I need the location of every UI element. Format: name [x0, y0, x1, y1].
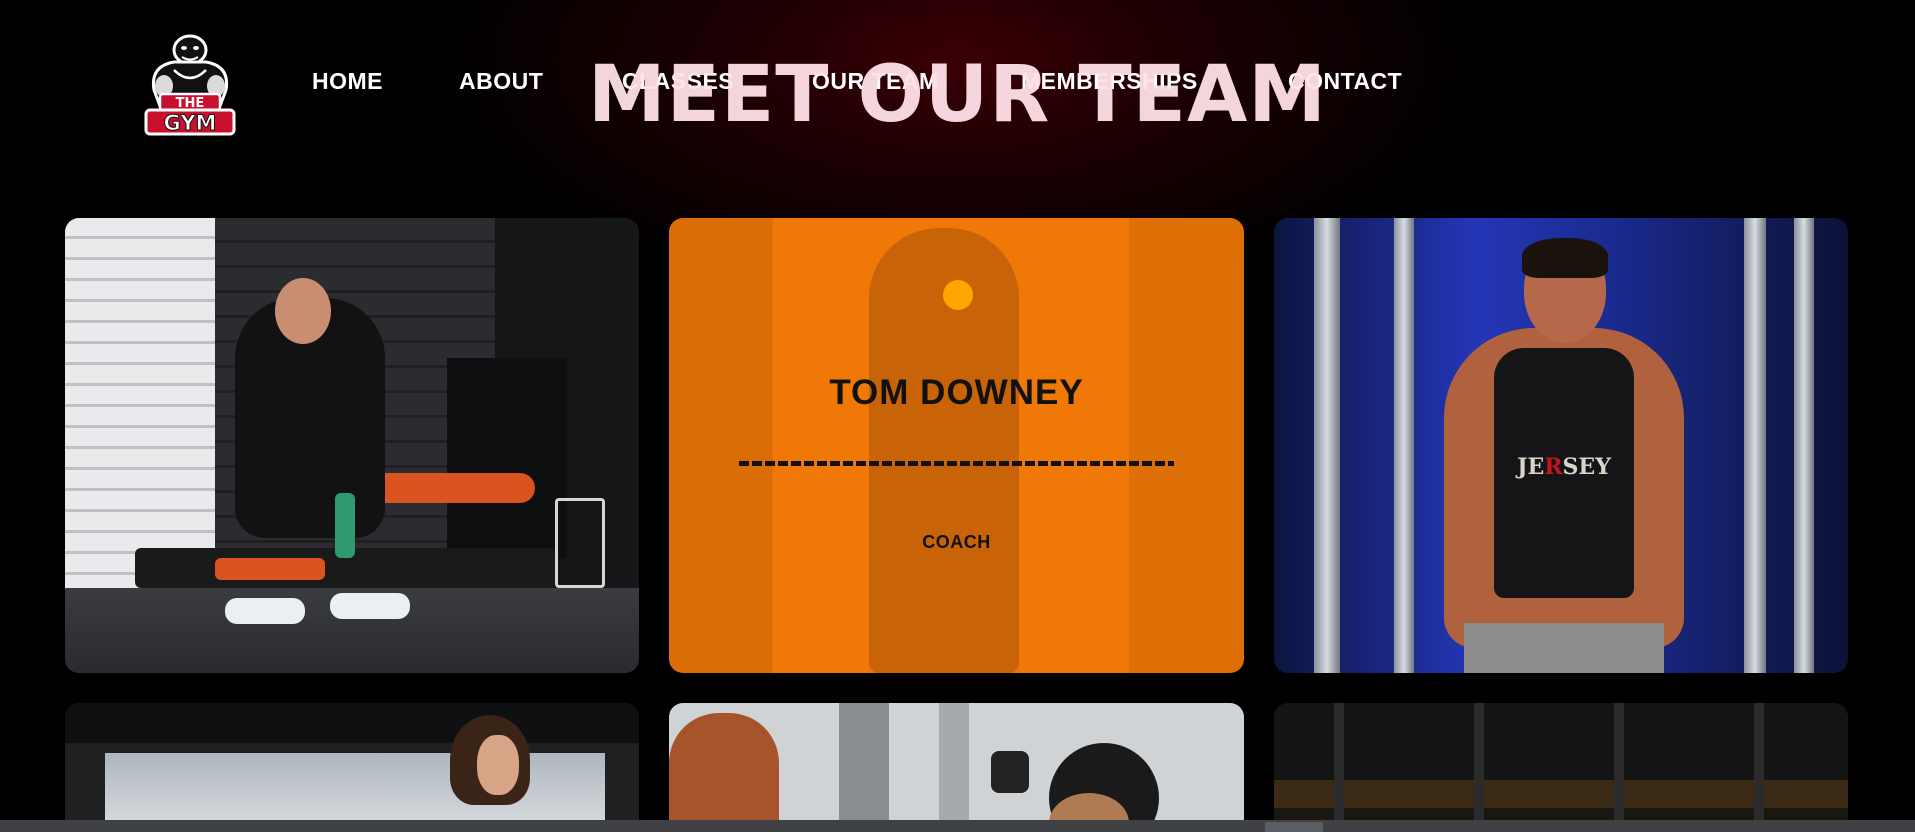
card-indicator-dot: [943, 280, 973, 310]
logo-line2: GYM: [164, 111, 217, 135]
main-nav: HOME ABOUT CLASSES OUR TEAM MEMBERSHIPS …: [0, 68, 1915, 100]
shirt-print: JERSEY: [1517, 454, 1611, 480]
team-card-1[interactable]: [65, 218, 639, 673]
trainer-seated-on-bench-photo: [65, 218, 639, 673]
nav-classes[interactable]: CLASSES: [622, 68, 734, 95]
nav-home[interactable]: HOME: [312, 68, 383, 95]
nav-contact[interactable]: CONTACT: [1288, 68, 1402, 95]
team-card-6[interactable]: [1274, 703, 1848, 832]
trainer-cable-crossover-photo: JERSEY: [1274, 218, 1848, 673]
scrollbar-thumb[interactable]: [1265, 822, 1323, 832]
nav-about[interactable]: ABOUT: [459, 68, 543, 95]
team-card-5[interactable]: [669, 703, 1244, 832]
nav-memberships[interactable]: MEMBERSHIPS: [1021, 68, 1198, 95]
empty-gym-interior-photo: [1274, 703, 1848, 832]
card-divider: [739, 461, 1174, 466]
page: THE GYM HOME ABOUT CLASSES OUR TEAM MEMB…: [0, 0, 1915, 832]
team-card-2-highlighted[interactable]: TOM DOWNEY COACH: [669, 218, 1244, 673]
horizontal-scrollbar[interactable]: [0, 820, 1915, 832]
team-card-3[interactable]: JERSEY: [1274, 218, 1848, 673]
trainer-name: TOM DOWNEY: [829, 373, 1084, 412]
team-card-4[interactable]: [65, 703, 639, 832]
nav-our-team[interactable]: OUR TEAM: [812, 68, 939, 95]
female-trainer-photo: [65, 703, 639, 832]
female-trainer-cable-machine-photo: [669, 703, 1244, 832]
trainer-role: COACH: [922, 532, 991, 552]
